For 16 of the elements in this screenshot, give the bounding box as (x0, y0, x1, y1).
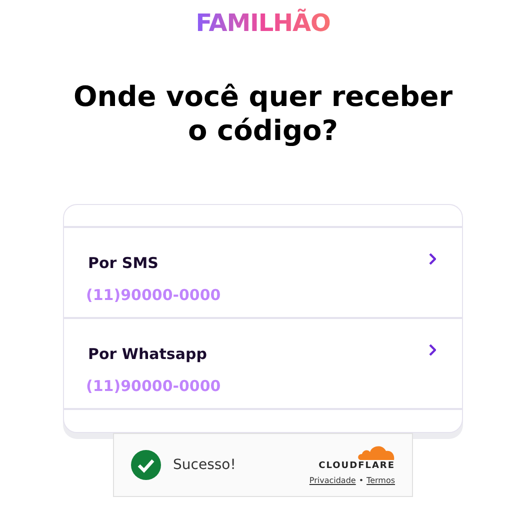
option-row[interactable]: Por SMS (11)90000-0000 (64, 228, 462, 319)
terms-link[interactable]: Termos (366, 475, 395, 487)
chevron-right-icon (428, 344, 436, 356)
privacy-link[interactable]: Privacidade (309, 475, 356, 487)
page-heading: Onde você quer receber o código? (72, 80, 454, 148)
cloud-icon (357, 443, 395, 461)
captcha-status: Sucesso! (173, 456, 236, 474)
option-row[interactable]: Por Whatsapp (11)90000-0000 (64, 319, 462, 410)
option-label: Por Whatsapp (88, 344, 208, 365)
phone-number: (11)90000-0000 (86, 284, 221, 306)
brand-name: CLOUDFLARE (318, 461, 395, 472)
chevron-right-icon (428, 253, 436, 265)
link-separator: • (358, 475, 364, 487)
phone-number: (11)90000-0000 (86, 376, 221, 396)
success-check-icon (131, 450, 161, 480)
option-label: Por SMS (88, 253, 160, 274)
